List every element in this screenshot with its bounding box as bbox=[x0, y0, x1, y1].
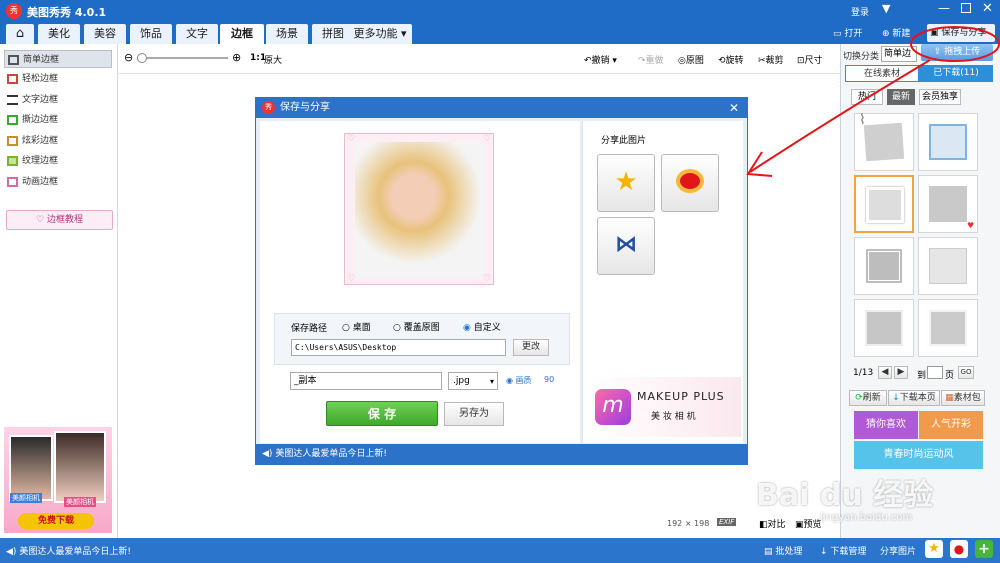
annotation-ellipse bbox=[910, 26, 1000, 62]
status-tip: ◀) 美图达人最爱单品今日上新! bbox=[6, 547, 131, 557]
batch-icon: ▤ bbox=[764, 547, 773, 557]
download-icon: ↓ bbox=[820, 547, 828, 557]
annotation-arrow-head bbox=[746, 151, 773, 177]
status-bar: ◀) 美图达人最爱单品今日上新! ▤ 批处理 ↓ 下载管理 分享图片 ★ ● + bbox=[0, 538, 1000, 563]
share-picture-label: 分享图片 bbox=[880, 547, 917, 557]
batch-button[interactable]: ▤ 批处理 bbox=[764, 544, 802, 557]
baidu-watermark-url: jingyan.baidu.com bbox=[820, 512, 913, 523]
weibo-status-icon[interactable]: ● bbox=[950, 540, 968, 558]
qzone-status-icon[interactable]: ★ bbox=[925, 540, 943, 558]
annotation-arrow-line bbox=[749, 59, 931, 173]
speaker-icon: ◀) bbox=[6, 547, 17, 557]
download-manager-button[interactable]: ↓ 下载管理 bbox=[820, 544, 866, 557]
baidu-watermark: Bai du 经验 bbox=[756, 478, 934, 513]
add-share-icon[interactable]: + bbox=[975, 540, 993, 558]
